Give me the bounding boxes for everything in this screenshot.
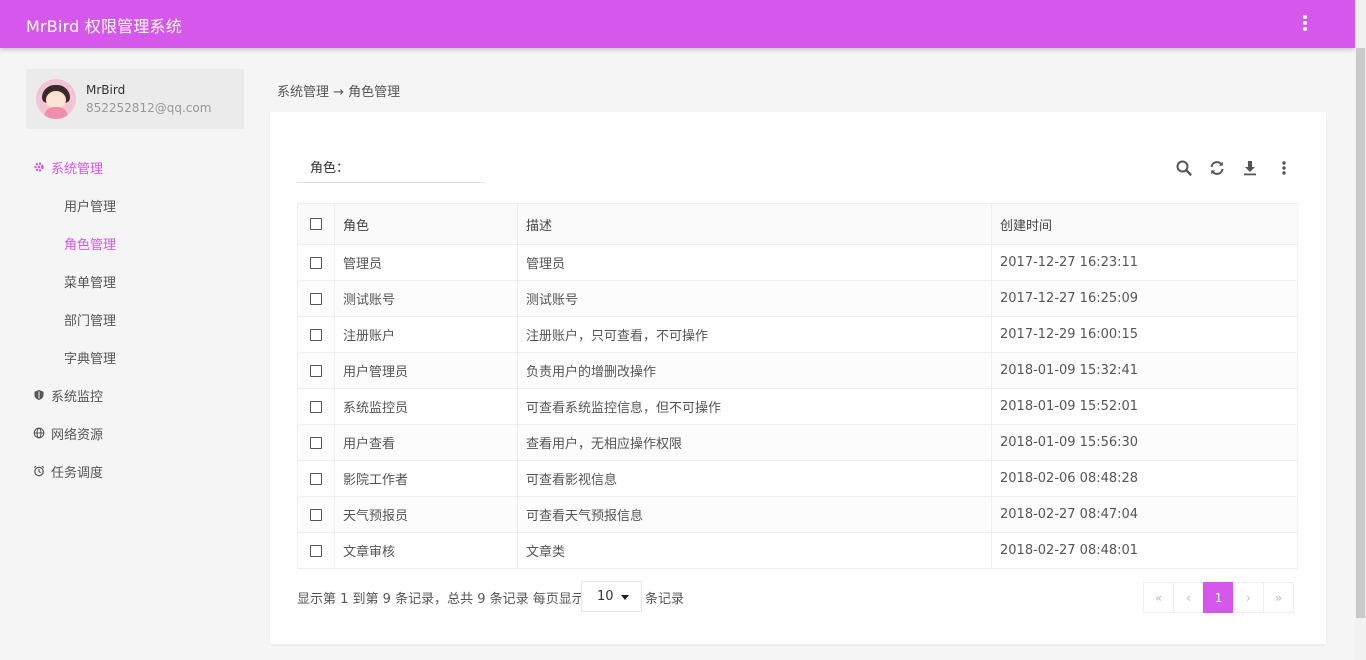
- scrollbar-thumb[interactable]: [1356, 48, 1365, 618]
- column-header-created-time[interactable]: 创建时间: [991, 203, 1298, 245]
- description-cell: 查看用户，无相应操作权限: [517, 424, 992, 461]
- row-checkbox[interactable]: [310, 544, 322, 557]
- row-checkbox[interactable]: [310, 508, 322, 521]
- refresh-icon[interactable]: [1207, 158, 1227, 178]
- user-email: 852252812@qq.com: [86, 101, 212, 115]
- description-cell: 负责用户的增删改操作: [517, 352, 992, 389]
- table-header-row: 角色 描述 创建时间: [297, 203, 1298, 245]
- user-profile-card: MrBird 852252812@qq.com: [26, 69, 244, 129]
- table-row[interactable]: 测试账号 测试账号 2017-12-27 16:25:09: [297, 280, 1298, 317]
- created-time-cell: 2018-01-09 15:52:01: [991, 388, 1298, 425]
- table-row[interactable]: 用户查看 查看用户，无相应操作权限 2018-01-09 15:56:30: [297, 424, 1298, 461]
- table-row[interactable]: 系统监控员 可查看系统监控信息，但不可操作 2018-01-09 15:52:0…: [297, 388, 1298, 425]
- role-table: 角色 描述 创建时间 管理员 管理员 2017-12-27 16:23:11 测…: [297, 203, 1298, 569]
- row-checkbox[interactable]: [310, 292, 322, 305]
- role-cell: 天气预报员: [334, 496, 518, 533]
- description-cell: 可查看天气预报信息: [517, 496, 992, 533]
- table-row[interactable]: 注册账户 注册账户，只可查看，不可操作 2017-12-29 16:00:15: [297, 316, 1298, 353]
- role-cell: 文章审核: [334, 532, 518, 569]
- app-title: MrBird 权限管理系统: [26, 17, 182, 36]
- description-cell: 测试账号: [517, 280, 992, 317]
- created-time-cell: 2017-12-29 16:00:15: [991, 316, 1298, 353]
- table-row[interactable]: 影院工作者 可查看影视信息 2018-02-06 08:48:28: [297, 460, 1298, 497]
- role-filter-input[interactable]: [350, 154, 480, 176]
- created-time-cell: 2018-02-27 08:48:01: [991, 532, 1298, 569]
- page-size-value: 10: [597, 589, 614, 604]
- page-size-select[interactable]: 10: [581, 581, 642, 612]
- description-cell: 可查看系统监控信息，但不可操作: [517, 388, 992, 425]
- role-cell: 测试账号: [334, 280, 518, 317]
- table-row[interactable]: 用户管理员 负责用户的增删改操作 2018-01-09 15:32:41: [297, 352, 1298, 389]
- role-cell: 用户管理员: [334, 352, 518, 389]
- sidebar-item-system-monitor[interactable]: 系统监控: [33, 385, 103, 405]
- pagination-info: 显示第 1 到第 9 条记录，总共 9 条记录 每页显示: [297, 592, 585, 607]
- row-checkbox[interactable]: [310, 364, 322, 377]
- select-all-cell: [297, 203, 335, 245]
- sidebar-item-task-scheduling[interactable]: 任务调度: [33, 461, 103, 481]
- sidebar-item-menu-management[interactable]: 菜单管理: [64, 272, 116, 291]
- more-vert-icon[interactable]: [1274, 158, 1294, 178]
- sidebar-item-dept-management[interactable]: 部门管理: [64, 310, 116, 329]
- sidebar-item-role-management[interactable]: 角色管理: [64, 234, 116, 253]
- table-row[interactable]: 文章审核 文章类 2018-02-27 08:48:01: [297, 532, 1298, 569]
- alarm-clock-icon: [33, 465, 45, 477]
- row-checkbox[interactable]: [310, 472, 322, 485]
- column-header-description[interactable]: 描述: [517, 203, 992, 245]
- created-time-cell: 2018-01-09 15:56:30: [991, 424, 1298, 461]
- next-page-button[interactable]: ›: [1233, 582, 1264, 613]
- description-cell: 注册账户，只可查看，不可操作: [517, 316, 992, 353]
- sidebar-item-user-management[interactable]: 用户管理: [64, 196, 116, 215]
- row-checkbox[interactable]: [310, 256, 322, 269]
- gear-icon: [33, 161, 45, 173]
- user-name: MrBird: [86, 83, 126, 97]
- role-cell: 用户查看: [334, 424, 518, 461]
- first-page-button[interactable]: «: [1143, 582, 1174, 613]
- created-time-cell: 2017-12-27 16:25:09: [991, 280, 1298, 317]
- download-icon[interactable]: [1240, 158, 1260, 178]
- page-1-button[interactable]: 1: [1203, 582, 1234, 613]
- created-time-cell: 2018-02-27 08:47:04: [991, 496, 1298, 533]
- search-icon[interactable]: [1174, 158, 1194, 178]
- last-page-button[interactable]: »: [1263, 582, 1294, 613]
- description-cell: 文章类: [517, 532, 992, 569]
- role-list-card: 角色： 角色 描述 创建时间 管理员 管理员 2017-12-27 16:23:…: [270, 112, 1326, 644]
- created-time-cell: 2018-02-06 08:48:28: [991, 460, 1298, 497]
- row-checkbox[interactable]: [310, 436, 322, 449]
- description-cell: 可查看影视信息: [517, 460, 992, 497]
- select-all-checkbox[interactable]: [310, 218, 322, 230]
- created-time-cell: 2018-01-09 15:32:41: [991, 352, 1298, 389]
- more-vert-icon[interactable]: [1298, 14, 1312, 34]
- avatar: [36, 79, 76, 119]
- created-time-cell: 2017-12-27 16:23:11: [991, 244, 1298, 281]
- breadcrumb: 系统管理 → 角色管理: [277, 85, 401, 100]
- role-cell: 影院工作者: [334, 460, 518, 497]
- caret-down-icon: [621, 595, 629, 600]
- role-cell: 注册账户: [334, 316, 518, 353]
- shield-icon: [33, 389, 45, 401]
- table-row[interactable]: 管理员 管理员 2017-12-27 16:23:11: [297, 244, 1298, 281]
- role-cell: 管理员: [334, 244, 518, 281]
- role-filter-label: 角色：: [310, 161, 350, 176]
- previous-page-button[interactable]: ‹: [1173, 582, 1204, 613]
- globe-icon: [33, 427, 45, 439]
- role-cell: 系统监控员: [334, 388, 518, 425]
- description-cell: 管理员: [517, 244, 992, 281]
- role-filter-underline: [297, 182, 485, 183]
- pagination-suffix: 条记录: [645, 592, 685, 607]
- table-row[interactable]: 天气预报员 可查看天气预报信息 2018-02-27 08:47:04: [297, 496, 1298, 533]
- row-checkbox[interactable]: [310, 328, 322, 341]
- top-app-bar: MrBird 权限管理系统: [0, 0, 1355, 48]
- row-checkbox[interactable]: [310, 400, 322, 413]
- sidebar-item-network-resources[interactable]: 网络资源: [33, 423, 103, 443]
- column-header-role[interactable]: 角色: [334, 203, 518, 245]
- pagination: « ‹ 1 › »: [1143, 582, 1294, 613]
- sidebar-item-system-management[interactable]: 系统管理: [33, 157, 103, 177]
- sidebar-item-dict-management[interactable]: 字典管理: [64, 348, 116, 367]
